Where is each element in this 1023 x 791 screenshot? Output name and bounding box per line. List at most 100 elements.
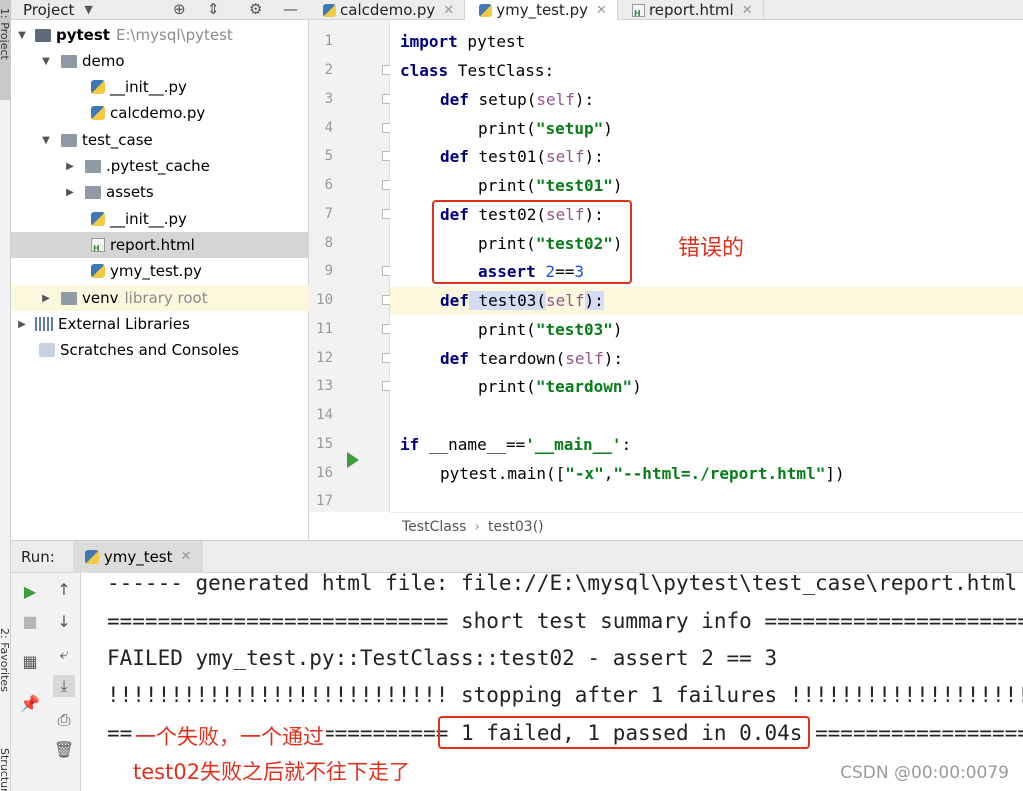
print-icon[interactable]: ⎙ — [53, 709, 75, 731]
code-line: def teardown(self): — [440, 349, 624, 368]
python-file-icon — [479, 3, 493, 17]
folder-icon — [61, 133, 77, 147]
tree-item-label: pytest — [56, 26, 110, 44]
layout-icon[interactable]: ▦ — [19, 651, 41, 673]
project-panel-title[interactable]: Project — [23, 1, 74, 19]
tree-item-label: __init__.py — [110, 210, 187, 228]
breadcrumb-method[interactable]: test03() — [488, 519, 544, 535]
editor-tab-bar: calcdemo.py ✕ ymy_test.py ✕ report.html … — [309, 0, 1023, 20]
tree-item-label: External Libraries — [58, 315, 190, 333]
soft-wrap-icon[interactable]: ⤶ — [53, 643, 75, 665]
pin-icon[interactable]: 📌 — [19, 693, 41, 715]
python-file-icon — [84, 549, 99, 564]
tree-item-pytest[interactable]: ▼ pytest E:\mysql\pytest — [11, 22, 309, 48]
run-tab-ymy-test[interactable]: ymy_test ✕ — [72, 540, 204, 573]
line-number: 16 — [316, 465, 333, 481]
tree-item-external-libraries[interactable]: ▶ External Libraries — [11, 311, 309, 337]
tab-report-html[interactable]: report.html ✕ — [618, 0, 764, 20]
close-icon[interactable]: ✕ — [181, 549, 192, 564]
scroll-down-icon[interactable]: ↓ — [53, 611, 75, 633]
tree-item-demo-init[interactable]: __init__.py — [11, 74, 309, 100]
tree-item-test-case-init[interactable]: __init__.py — [11, 206, 309, 232]
chevron-right-icon[interactable]: ▶ — [39, 293, 53, 304]
code-line: if __name__=='__main__': — [400, 435, 632, 454]
chevron-down-icon[interactable]: ▼ — [84, 3, 92, 16]
line-number: 2 — [324, 62, 333, 78]
console-line: ------ generated html file: file://E:\my… — [107, 573, 1023, 595]
python-file-icon — [91, 106, 105, 120]
tab-calcdemo[interactable]: calcdemo.py ✕ — [309, 0, 466, 20]
line-number: 14 — [316, 407, 333, 423]
tree-item-calcdemo[interactable]: calcdemo.py — [11, 100, 309, 126]
editor-gutter: 1 2 3 4 5 6 7 8 9 10 11 12 13 14 15 16 1… — [309, 20, 392, 512]
code-line: pytest.main(["-x","--html=./report.html"… — [440, 464, 845, 483]
line-number: 15 — [316, 436, 333, 452]
tree-item-test-case[interactable]: ▼ test_case — [11, 127, 309, 153]
favorites-tool-label[interactable]: 2: Favorites — [0, 628, 11, 692]
html-file-icon — [631, 3, 645, 18]
python-file-icon — [323, 3, 336, 17]
close-icon[interactable]: ✕ — [596, 3, 607, 18]
tab-label: calcdemo.py — [340, 1, 436, 19]
close-icon[interactable]: ✕ — [443, 3, 454, 18]
run-tab-label: ymy_test — [103, 547, 173, 566]
line-number: 5 — [324, 148, 333, 164]
chevron-down-icon[interactable]: ▼ — [39, 56, 53, 67]
console-line: !!!!!!!!!!!!!!!!!!!!!!!!!!! stopping aft… — [107, 683, 1023, 707]
project-tool-label[interactable]: 1: Project — [0, 8, 11, 60]
chevron-right-icon[interactable]: ▶ — [15, 319, 29, 330]
run-panel-header: Run: ymy_test ✕ — [11, 540, 1023, 573]
chevron-down-icon[interactable]: ▼ — [15, 30, 29, 41]
tree-item-venv[interactable]: ▶ venv library root — [11, 285, 309, 311]
tree-item-report-html[interactable]: report.html — [11, 232, 309, 258]
line-number: 6 — [324, 177, 333, 193]
python-file-icon — [91, 80, 105, 94]
tree-item-label: .pytest_cache — [106, 157, 210, 175]
tree-item-label: venv — [82, 289, 119, 307]
run-toolbar: ▶ ■ ▦ 📌 ↑ ↓ ⤶ ⤓ ⎙ 🗑 — [11, 573, 81, 791]
rerun-icon[interactable]: ▶ — [19, 581, 41, 603]
close-icon[interactable]: ✕ — [742, 3, 753, 18]
python-file-icon — [91, 212, 105, 226]
tree-item-scratches[interactable]: Scratches and Consoles — [11, 337, 309, 363]
tree-item-pytest-cache[interactable]: ▶ .pytest_cache — [11, 153, 309, 179]
line-number: 11 — [316, 321, 333, 337]
line-number: 1 — [324, 33, 333, 49]
code-line: print("teardown") — [478, 377, 642, 396]
console-line: =========================== short test s… — [107, 609, 1023, 633]
tree-item-demo[interactable]: ▼ demo — [11, 48, 309, 74]
code-line: def setup(self): — [440, 90, 595, 109]
locate-icon[interactable]: ⊕ — [173, 0, 186, 18]
tree-item-path: E:\mysql\pytest — [115, 26, 233, 44]
collapse-icon[interactable]: ⇕ — [207, 0, 220, 18]
tree-item-label: Scratches and Consoles — [60, 341, 239, 359]
scroll-to-end-icon[interactable]: ⤓ — [53, 675, 75, 697]
tree-item-label: report.html — [110, 236, 195, 254]
tree-item-label: calcdemo.py — [110, 104, 206, 122]
code-line: class TestClass: — [400, 61, 555, 80]
chevron-right-icon[interactable]: ▶ — [63, 187, 77, 198]
trash-icon[interactable]: 🗑 — [53, 739, 75, 761]
tree-item-hint: library root — [124, 289, 208, 307]
chevron-right-icon[interactable]: ▶ — [63, 161, 77, 172]
tree-item-label: __init__.py — [110, 78, 187, 96]
scratches-icon — [39, 343, 55, 357]
line-number: 9 — [324, 263, 333, 279]
code-line: print("test03") — [478, 320, 623, 339]
scroll-up-icon[interactable]: ↑ — [53, 579, 75, 601]
tab-ymy-test[interactable]: ymy_test.py ✕ — [465, 0, 618, 20]
breadcrumb-class[interactable]: TestClass — [402, 519, 466, 535]
breadcrumb-separator: › — [474, 518, 481, 535]
left-tool-strip: 1: Project 2: Favorites Structure — [0, 0, 11, 791]
structure-tool-label[interactable]: Structure — [0, 748, 11, 791]
run-gutter-icon[interactable] — [347, 452, 359, 468]
code-line: print("setup") — [478, 119, 613, 138]
gear-icon[interactable]: ⚙ — [249, 0, 262, 18]
tree-item-ymy-test[interactable]: ymy_test.py — [11, 258, 309, 284]
stop-icon[interactable]: ■ — [19, 611, 41, 633]
chevron-down-icon[interactable]: ▼ — [39, 135, 53, 146]
tree-item-assets[interactable]: ▶ assets — [11, 179, 309, 205]
tree-item-label: assets — [106, 183, 154, 201]
minimize-icon[interactable]: — — [283, 0, 298, 18]
line-number: 4 — [324, 120, 333, 136]
